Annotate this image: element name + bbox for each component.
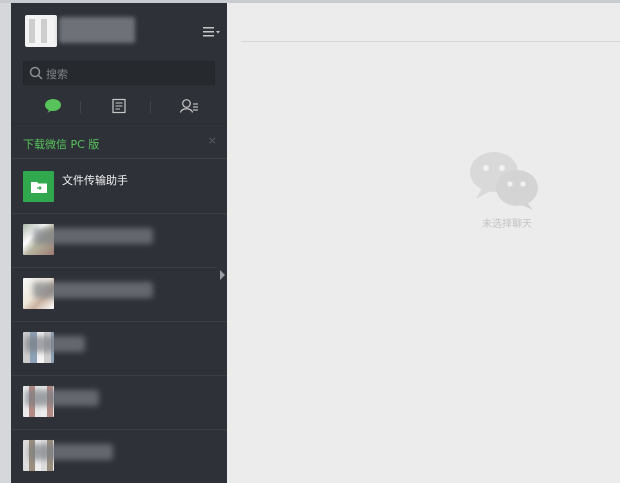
contacts-icon xyxy=(179,99,198,113)
folder-icon xyxy=(30,181,47,193)
list-item-title: 文件传输助手 xyxy=(62,174,128,187)
menu-lines-icon xyxy=(203,27,220,37)
username-blurred xyxy=(59,17,135,43)
tab-contacts[interactable] xyxy=(161,91,217,121)
tab-chats[interactable] xyxy=(25,91,81,121)
list-item[interactable] xyxy=(11,376,227,430)
tabs-divider xyxy=(11,123,227,124)
chat-bubble-icon xyxy=(45,99,61,113)
wechat-logo-icon xyxy=(470,152,538,210)
download-banner[interactable]: 下载微信 PC 版 × xyxy=(11,128,227,159)
menu-icon[interactable] xyxy=(203,25,221,39)
file-transfer-avatar xyxy=(23,171,54,202)
chat-panel: 未选择聊天 xyxy=(227,3,620,483)
list-item[interactable] xyxy=(11,430,227,483)
search-icon xyxy=(29,66,43,80)
chevron-right-icon xyxy=(219,270,225,280)
tab-divider xyxy=(150,101,151,113)
search-box xyxy=(23,61,215,86)
blurred-name xyxy=(33,282,153,298)
blurred-name xyxy=(25,336,85,352)
tab-articles[interactable] xyxy=(91,91,147,121)
conversation-list: 文件传输助手 xyxy=(11,161,227,483)
list-item[interactable] xyxy=(11,214,227,268)
blurred-name xyxy=(29,444,113,460)
empty-state-text: 未选择聊天 xyxy=(482,219,532,230)
close-icon[interactable]: × xyxy=(208,134,217,147)
sidebar-tabs xyxy=(11,91,227,125)
window-left-edge xyxy=(0,3,11,483)
list-item-file-transfer[interactable]: 文件传输助手 xyxy=(11,161,227,214)
tab-divider xyxy=(80,101,81,113)
list-item[interactable] xyxy=(11,322,227,376)
blurred-name xyxy=(33,228,153,244)
list-item[interactable] xyxy=(11,268,227,322)
article-icon xyxy=(112,98,126,114)
sidebar: 下载微信 PC 版 × 文件传输助手 xyxy=(11,3,227,483)
search-input[interactable] xyxy=(44,62,210,86)
download-banner-label[interactable]: 下载微信 PC 版 xyxy=(23,136,99,152)
profile-header xyxy=(23,15,221,55)
blurred-name xyxy=(25,390,99,406)
avatar[interactable] xyxy=(25,15,57,47)
header-divider xyxy=(241,41,620,42)
collapse-handle[interactable] xyxy=(216,265,227,285)
